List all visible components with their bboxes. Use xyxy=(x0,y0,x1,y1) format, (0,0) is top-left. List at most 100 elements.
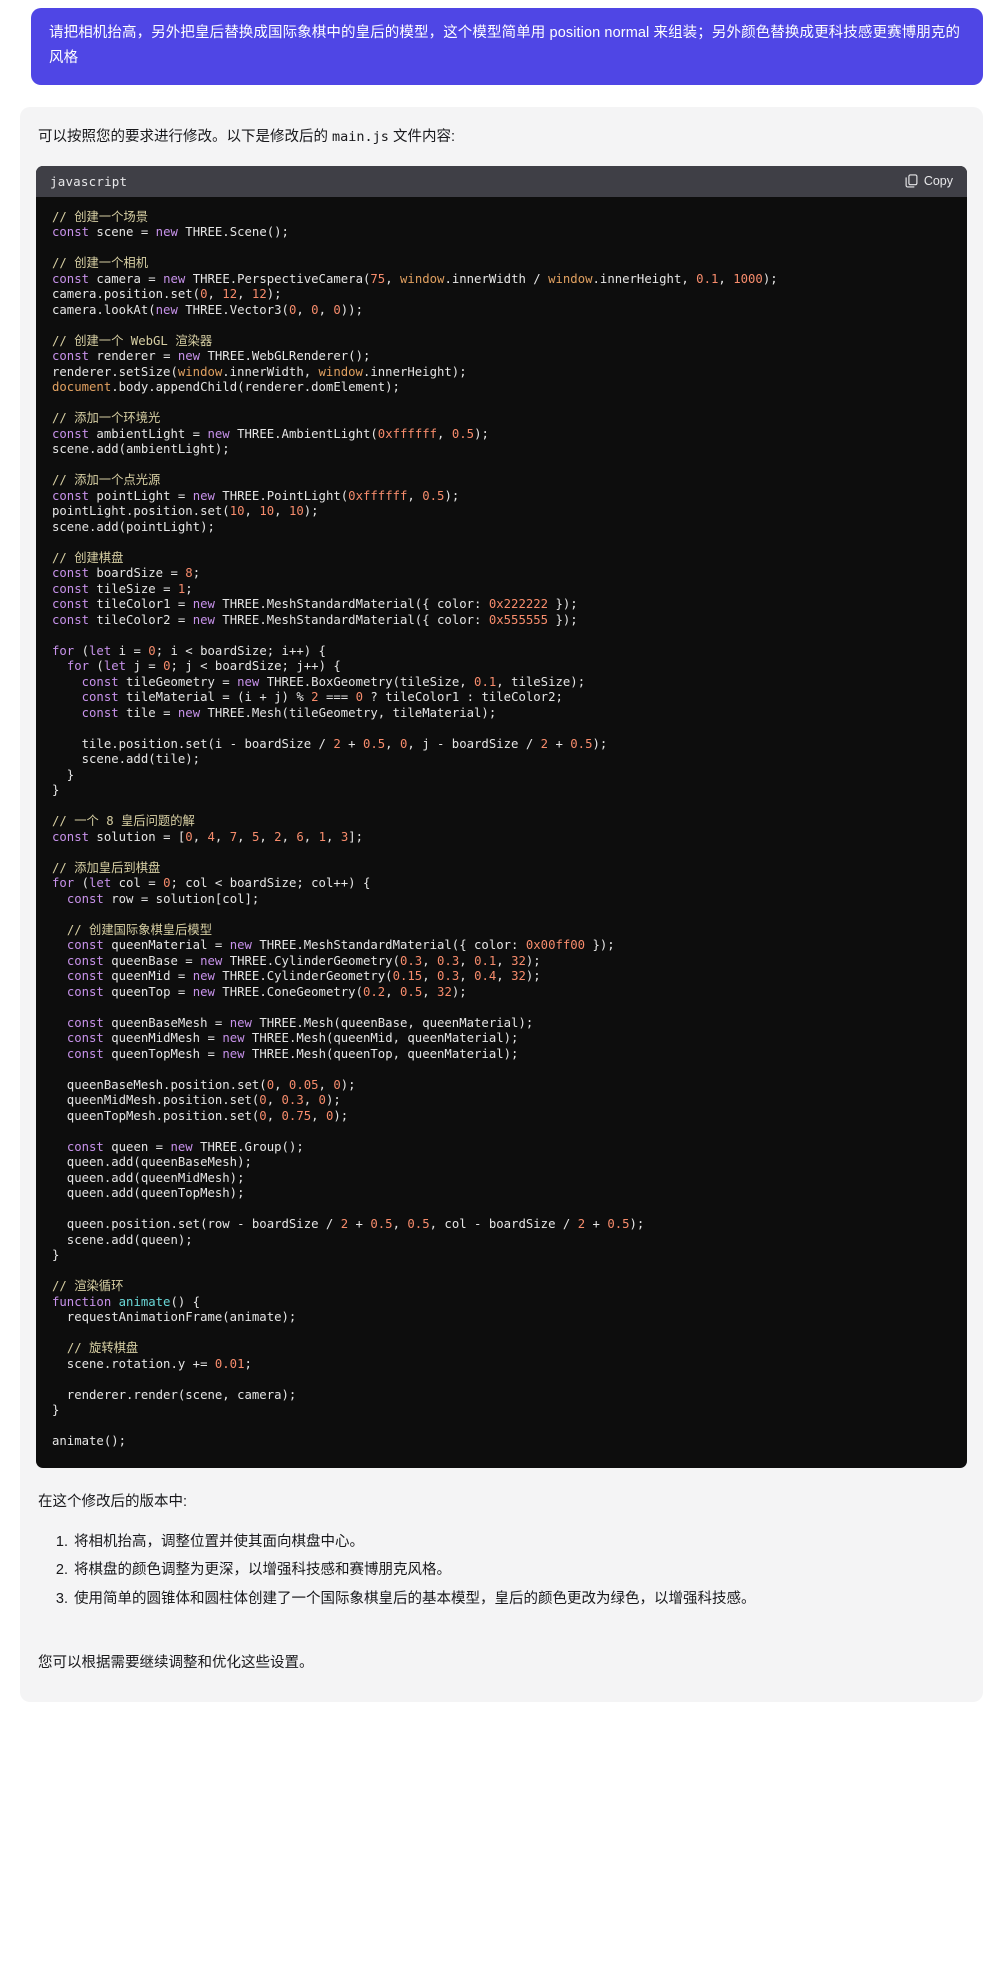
copy-code-button[interactable]: Copy xyxy=(905,174,953,188)
code-token: ); xyxy=(444,488,460,503)
code-token: () { xyxy=(170,1294,201,1309)
code-token: const xyxy=(52,225,90,240)
code-token: .body.appendChild(renderer.domElement); xyxy=(111,380,400,395)
code-token: queenBaseMesh = xyxy=(103,1015,230,1030)
code-token: window xyxy=(400,271,445,286)
code-token: const xyxy=(66,953,104,968)
code-token: 4 xyxy=(207,829,215,844)
code-token: 0.5 xyxy=(407,1217,430,1232)
code-token: 0.5 xyxy=(451,426,475,441)
code-token: renderer.render(scene, camera); xyxy=(52,1387,297,1402)
code-token: + xyxy=(585,1217,608,1232)
code-token: tile = xyxy=(118,705,178,720)
code-token: const xyxy=(52,488,90,503)
code-token: , xyxy=(296,302,312,317)
code-token: const xyxy=(52,597,90,612)
code-token: , xyxy=(281,829,297,844)
code-token: const xyxy=(52,426,90,441)
code-token: , xyxy=(718,271,734,286)
code-token: for xyxy=(52,643,75,658)
code-token: 0 xyxy=(333,1077,341,1092)
code-token: new xyxy=(229,1015,252,1030)
code-token: 0.01 xyxy=(214,1356,245,1371)
code-token: 0.05 xyxy=(288,1077,319,1092)
code-token: camera.lookAt( xyxy=(52,302,156,317)
code-token: 0.1 xyxy=(696,271,719,286)
code-token: , xyxy=(459,953,475,968)
code-token: queen.add(queenMidMesh); xyxy=(52,1170,245,1185)
code-token: , xyxy=(407,488,423,503)
code-token: THREE.Mesh(queenBase, queenMaterial); xyxy=(251,1015,534,1030)
code-token: 0.5 xyxy=(607,1217,630,1232)
code-token: 0 xyxy=(163,659,171,674)
code-token: queenMidMesh.position.set( xyxy=(52,1093,260,1108)
code-token: queenMidMesh = xyxy=(103,1031,223,1046)
code-token: THREE.CylinderGeometry( xyxy=(222,953,400,968)
code-token: + xyxy=(340,736,363,751)
code-token: THREE.CylinderGeometry( xyxy=(214,969,393,984)
code-token: 75 xyxy=(370,271,386,286)
code-token: new xyxy=(155,302,178,317)
code-token: const xyxy=(52,349,90,364)
code-token: 0.2 xyxy=(362,984,386,999)
code-token: )); xyxy=(340,302,363,317)
code-token: THREE.WebGLRenderer(); xyxy=(200,349,371,364)
code-token: , xyxy=(385,736,400,751)
code-token: queenBase = xyxy=(103,953,201,968)
code-token: // 创建一个场景 xyxy=(52,209,148,224)
code-token: , xyxy=(392,1217,408,1232)
code-token: + xyxy=(348,1217,371,1232)
code-token: new xyxy=(177,349,201,364)
code-token: , xyxy=(274,1077,289,1092)
code-token: , xyxy=(437,426,452,441)
code-token: 0.3 xyxy=(281,1093,304,1108)
code-token: queenTopMesh.position.set( xyxy=(52,1108,260,1123)
summary-item: 使用简单的圆锥体和圆柱体创建了一个国际象棋皇后的基本模型，皇后的颜色更改为绿色，… xyxy=(72,1585,965,1613)
code-token: 0.5 xyxy=(362,736,386,751)
code-token: const xyxy=(66,891,104,906)
code-token: 0x555555 xyxy=(488,612,549,627)
code-token: 0.75 xyxy=(281,1108,312,1123)
code-token: 0 xyxy=(311,302,319,317)
assistant-summary: 在这个修改后的版本中: 将相机抬高，调整位置并使其面向棋盘中心。将棋盘的颜色调整… xyxy=(36,1490,967,1676)
code-token: .innerHeight, xyxy=(592,271,697,286)
code-token: animate(); xyxy=(52,1434,127,1449)
code-token: , xyxy=(496,969,512,984)
code-token: const xyxy=(52,566,90,581)
code-token: 0x00ff00 xyxy=(525,938,586,953)
code-token: j = xyxy=(126,659,164,674)
code-token: const xyxy=(66,938,104,953)
code-token: new xyxy=(229,938,252,953)
code-token: } xyxy=(52,767,75,782)
code-token: const xyxy=(66,1139,104,1154)
code-token: col = xyxy=(111,876,164,891)
user-message-row: 请把相机抬高，另外把皇后替换成国际象棋中的皇后的模型，这个模型简单用 posit… xyxy=(0,0,1003,85)
code-token: 2 xyxy=(333,736,341,751)
code-token: ); xyxy=(451,984,467,999)
code-token: ); xyxy=(629,1217,645,1232)
code-token: , xyxy=(318,1077,334,1092)
code-token: === xyxy=(318,690,356,705)
closing-text: 您可以根据需要继续调整和优化这些设置。 xyxy=(38,1654,314,1671)
code-token: 0 xyxy=(266,1077,275,1092)
intro-filename: main.js xyxy=(332,128,389,145)
code-block: javascript Copy // 创建一个场景 const scene = … xyxy=(36,165,967,1468)
intro-prefix: 可以按照您的要求进行修改。以下是修改后的 xyxy=(38,128,333,145)
code-token: tileColor2 = xyxy=(89,612,193,627)
code-token: , xyxy=(192,829,208,844)
code-token: }); xyxy=(585,938,615,953)
code-token: scene.add(tile); xyxy=(52,752,201,767)
code-token: , xyxy=(244,504,260,519)
code-token: animate xyxy=(118,1294,171,1309)
code-token: 0 xyxy=(318,1093,326,1108)
code-token: 0.4 xyxy=(474,969,497,984)
code-token: new xyxy=(192,612,215,627)
code-token: 8 xyxy=(185,566,193,581)
code-token: 0.5 xyxy=(400,984,423,999)
